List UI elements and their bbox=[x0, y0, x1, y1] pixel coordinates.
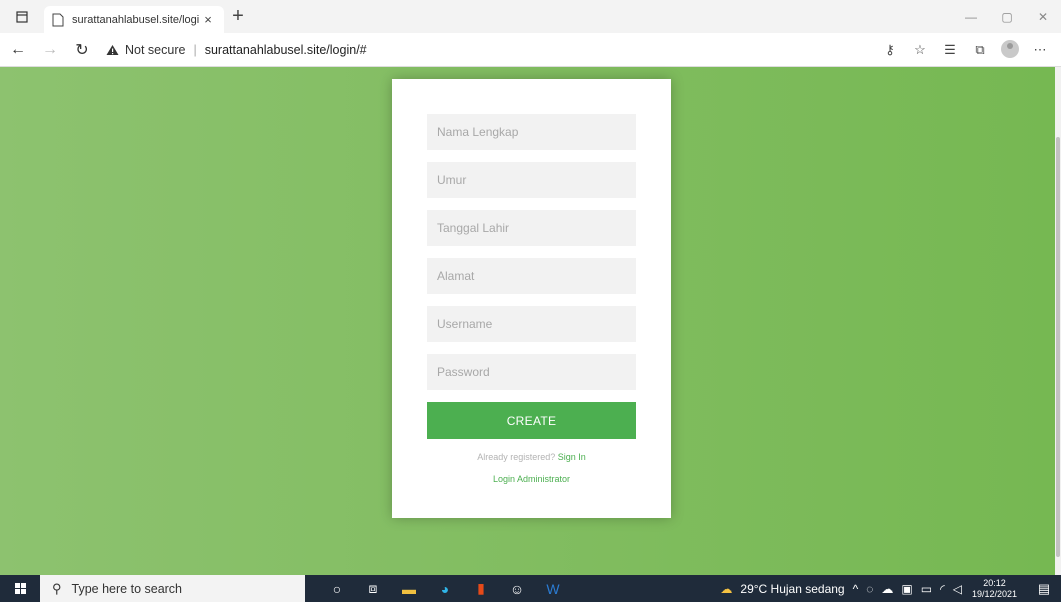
add-favorite-icon[interactable]: ☆ bbox=[905, 42, 935, 58]
toolbar-icons: ⚷ ☆ ☰ ⧉ ⋯ bbox=[875, 33, 1055, 67]
address-separator: | bbox=[193, 42, 197, 57]
taskbar-search-placeholder: Type here to search bbox=[71, 581, 183, 596]
password-key-icon[interactable]: ⚷ bbox=[875, 42, 905, 58]
windows-logo-icon bbox=[14, 583, 26, 594]
close-window-icon[interactable]: ✕ bbox=[1025, 10, 1061, 24]
emoji-app-icon[interactable]: ☺ bbox=[499, 581, 535, 597]
tanggal-lahir-input[interactable] bbox=[427, 210, 636, 246]
cortana-icon[interactable]: ○ bbox=[319, 581, 355, 597]
browser-tab[interactable]: surattanahlabusel.site/login/# × bbox=[44, 6, 224, 33]
back-button[interactable]: ← bbox=[4, 36, 32, 64]
taskbar-search[interactable]: ⚲ Type here to search bbox=[40, 575, 305, 602]
tab-close-icon[interactable]: × bbox=[200, 12, 216, 27]
security-label: Not secure bbox=[125, 42, 186, 57]
onedrive-icon[interactable]: ☁ bbox=[881, 582, 893, 596]
volume-icon[interactable]: ◁ bbox=[953, 582, 962, 596]
password-input[interactable] bbox=[427, 354, 636, 390]
weather-icon: ☁ bbox=[720, 581, 733, 596]
page-background: CREATE Already registered? Sign In Login… bbox=[0, 67, 1055, 575]
battery-icon[interactable]: ▭ bbox=[921, 582, 932, 596]
address-bar[interactable]: Not secure | surattanahlabusel.site/logi… bbox=[106, 43, 367, 57]
username-input[interactable] bbox=[427, 306, 636, 342]
window-controls: — ▢ ✕ bbox=[953, 0, 1061, 33]
favorites-icon[interactable]: ☰ bbox=[935, 42, 965, 58]
scrollbar-thumb[interactable] bbox=[1056, 137, 1060, 557]
edge-browser-icon[interactable]: ◕ bbox=[427, 581, 463, 597]
avatar bbox=[1001, 39, 1019, 58]
warning-icon bbox=[106, 44, 119, 55]
show-hidden-icons-icon[interactable]: ^ bbox=[853, 582, 859, 596]
file-explorer-icon[interactable]: ▬ bbox=[391, 581, 427, 597]
tab-title: surattanahlabusel.site/login/# bbox=[72, 13, 200, 26]
collections-icon[interactable]: ⧉ bbox=[965, 42, 995, 58]
login-administrator-link[interactable]: Login Administrator bbox=[493, 474, 570, 484]
minimize-icon[interactable]: — bbox=[953, 10, 989, 24]
weather-text[interactable]: 29°C Hujan sedang bbox=[740, 582, 844, 596]
camera-app-icon[interactable]: ▣ bbox=[901, 582, 912, 596]
umur-input[interactable] bbox=[427, 162, 636, 198]
address-url: surattanahlabusel.site/login/# bbox=[204, 42, 367, 57]
sign-in-link[interactable]: Sign In bbox=[558, 452, 586, 462]
windows-taskbar: ⚲ Type here to search ○ ⧈ ▬ ◕ ▮ ☺ W ☁ 29… bbox=[0, 575, 1061, 602]
profile-button[interactable] bbox=[995, 39, 1025, 61]
new-tab-button[interactable]: + bbox=[224, 5, 252, 28]
restore-icon[interactable]: ▢ bbox=[989, 10, 1025, 24]
browser-tabstrip: surattanahlabusel.site/login/# × + — ▢ ✕ bbox=[0, 0, 1061, 33]
wifi-icon[interactable]: ◜ bbox=[940, 582, 945, 596]
system-clock[interactable]: 20:12 19/12/2021 bbox=[972, 578, 1017, 600]
forward-button[interactable]: → bbox=[36, 36, 64, 64]
alamat-input[interactable] bbox=[427, 258, 636, 294]
task-view-icon[interactable]: ⧈ bbox=[355, 580, 391, 597]
register-form-card: CREATE Already registered? Sign In Login… bbox=[392, 79, 671, 518]
tab-actions-button[interactable] bbox=[0, 0, 44, 33]
start-button[interactable] bbox=[0, 583, 40, 594]
clock-time: 20:12 bbox=[983, 577, 1006, 588]
already-registered-message: Already registered? Sign In bbox=[392, 452, 671, 462]
page-icon bbox=[52, 13, 64, 26]
notifications-icon[interactable]: ▤ bbox=[1031, 581, 1057, 597]
page-scrollbar[interactable] bbox=[1055, 67, 1061, 575]
network-icon[interactable]: ◌ bbox=[866, 582, 873, 596]
word-icon[interactable]: W bbox=[535, 581, 571, 597]
search-icon: ⚲ bbox=[52, 580, 62, 596]
clock-date: 19/12/2021 bbox=[971, 588, 1017, 599]
system-tray: ☁ 29°C Hujan sedang ^ ◌ ☁ ▣ ▭ ◜ ◁ 20:12 … bbox=[716, 575, 1061, 602]
more-menu-icon[interactable]: ⋯ bbox=[1025, 42, 1055, 58]
tab-actions-icon bbox=[16, 10, 28, 23]
create-button[interactable]: CREATE bbox=[427, 402, 636, 439]
already-registered-text: Already registered? bbox=[477, 452, 556, 462]
nama-lengkap-input[interactable] bbox=[427, 114, 636, 150]
browser-toolbar: ← → ↻ Not secure | surattanahlabusel.sit… bbox=[0, 33, 1061, 67]
admin-login-message: Login Administrator bbox=[392, 474, 671, 484]
office-icon[interactable]: ▮ bbox=[463, 580, 499, 597]
refresh-button[interactable]: ↻ bbox=[68, 36, 96, 64]
taskbar-apps: ○ ⧈ ▬ ◕ ▮ ☺ W bbox=[319, 580, 571, 597]
